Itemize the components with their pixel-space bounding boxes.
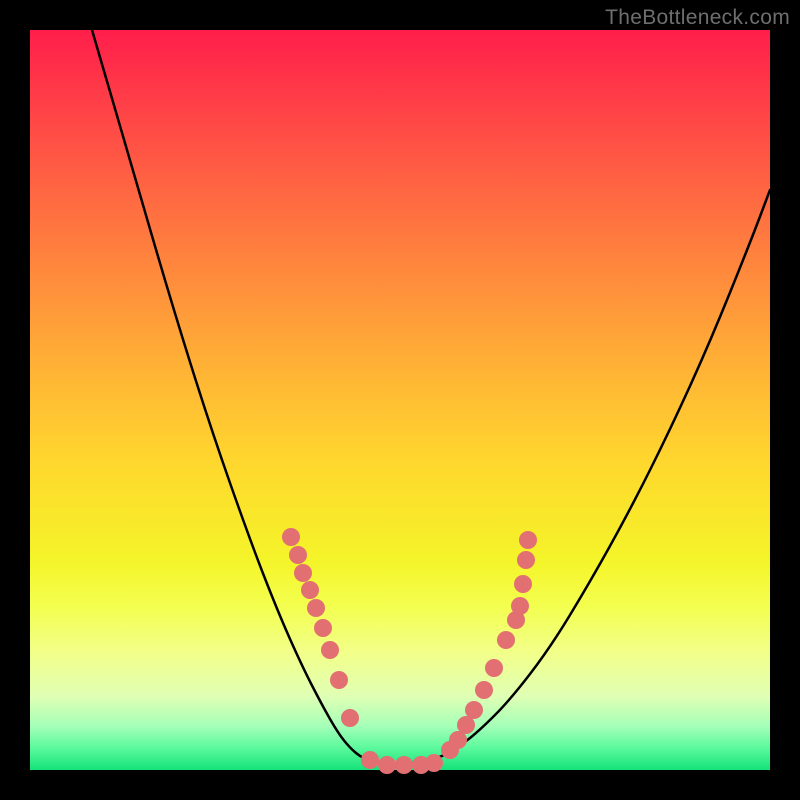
data-point (425, 754, 443, 772)
data-point (497, 631, 515, 649)
attribution-text: TheBottleneck.com (605, 6, 790, 30)
data-point (361, 751, 379, 769)
data-point (475, 681, 493, 699)
chart-frame: TheBottleneck.com (0, 0, 800, 800)
data-point (511, 597, 529, 615)
data-point (307, 599, 325, 617)
data-point (321, 641, 339, 659)
data-point (330, 671, 348, 689)
data-point (314, 619, 332, 637)
data-point (517, 551, 535, 569)
data-point (341, 709, 359, 727)
data-point (485, 659, 503, 677)
data-point (378, 756, 396, 774)
data-point (282, 528, 300, 546)
data-point (514, 575, 532, 593)
data-point (519, 531, 537, 549)
data-point (301, 581, 319, 599)
data-point (289, 546, 307, 564)
data-point (465, 701, 483, 719)
curve-path (92, 30, 770, 764)
data-point (294, 564, 312, 582)
plot-area (30, 30, 770, 770)
data-point (395, 756, 413, 774)
bottleneck-curve (30, 30, 770, 770)
